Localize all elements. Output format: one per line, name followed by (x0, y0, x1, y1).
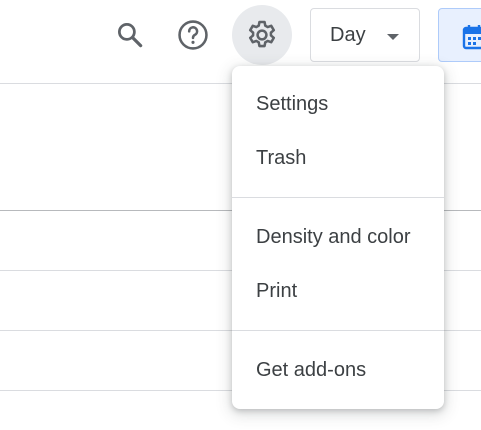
menu-divider (232, 330, 444, 331)
search-icon (118, 23, 143, 48)
gear-icon (248, 20, 276, 48)
view-select[interactable]: Day (310, 8, 420, 62)
settings-menu: Settings Trash Density and color Print G… (232, 66, 444, 409)
menu-item-density-and-color[interactable]: Density and color (232, 210, 444, 264)
calendar-icon (462, 25, 481, 50)
help-button[interactable] (169, 11, 217, 59)
settings-button[interactable] (232, 5, 292, 65)
help-icon (178, 20, 208, 50)
menu-divider (232, 197, 444, 198)
menu-item-get-add-ons[interactable]: Get add-ons (232, 343, 444, 397)
menu-item-trash[interactable]: Trash (232, 131, 444, 185)
calendar-viewport: Day Settings Trash Density and color Pri… (0, 0, 481, 430)
menu-item-label: Settings (256, 92, 329, 115)
menu-item-label: Trash (256, 146, 307, 169)
menu-item-print[interactable]: Print (232, 264, 444, 318)
search-button[interactable] (106, 11, 154, 59)
caret-down-icon (387, 34, 399, 40)
menu-item-settings[interactable]: Settings (232, 77, 444, 131)
menu-item-label: Get add-ons (256, 358, 367, 381)
menu-item-label: Density and color (256, 225, 411, 248)
menu-item-label: Print (256, 279, 298, 302)
calendar-view-toggle[interactable] (438, 8, 481, 62)
view-select-value: Day (330, 23, 366, 46)
